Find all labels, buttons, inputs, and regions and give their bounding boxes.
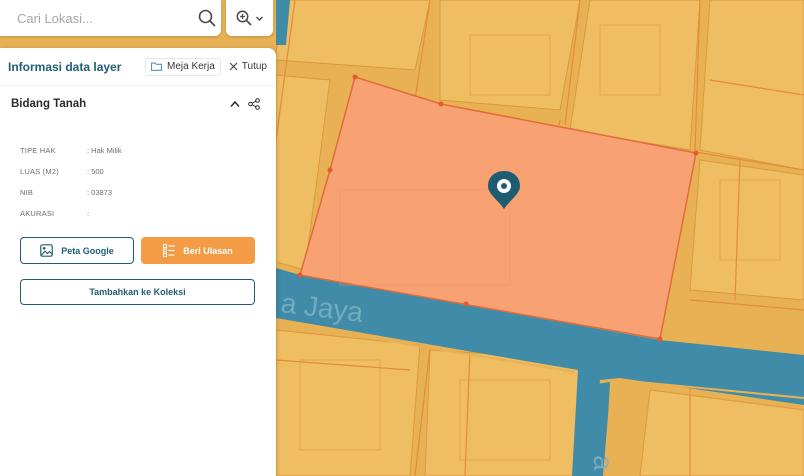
add-collection-label: Tambahkan ke Koleksi [89,287,186,297]
attr-value: : Hak Milik [87,146,122,155]
attr-row-nib: NIB : 03873 [20,182,276,203]
attr-value: : 500 [87,167,104,176]
layer-info-panel: Informasi data layer Meja Kerja Tutup Bi… [0,48,276,476]
chevron-down-icon [255,16,263,21]
workspace-button[interactable]: Meja Kerja [144,57,221,76]
section-header: Bidang Tanah [0,86,276,122]
workspace-label: Meja Kerja [166,61,215,72]
panel-header: Informasi data layer Meja Kerja Tutup [0,48,276,86]
share-icon[interactable] [248,98,260,110]
add-collection-button[interactable]: Tambahkan ke Koleksi [20,279,255,305]
close-button[interactable]: Tutup [229,61,267,72]
attribute-list: TIPE HAK : Hak Milik LUAS (M2) : 500 NIB… [0,122,276,224]
attr-row-akurasi: AKURASI : [20,203,276,224]
list-icon [163,244,175,257]
google-maps-button[interactable]: Peta Google [20,237,134,264]
road-label-2: a [588,455,619,471]
zoom-in-icon [236,10,251,26]
attr-row-tipe-hak: TIPE HAK : Hak Milik [20,140,276,161]
search-bar [0,0,221,36]
attr-label: LUAS (M2) [20,167,59,176]
image-icon [40,244,54,257]
attr-value: : 03873 [87,188,113,197]
attr-label: NIB [20,188,34,197]
section-title: Bidang Tanah [11,98,87,110]
search-icon [198,9,216,27]
chevron-up-icon[interactable] [230,100,240,108]
attr-row-luas: LUAS (M2) : 500 [20,161,276,182]
close-icon [229,62,238,71]
attr-label: TIPE HAK [20,146,56,155]
zoom-dropdown-button[interactable] [226,0,273,36]
search-input[interactable] [0,0,193,36]
panel-title: Informasi data layer [8,59,122,74]
attr-value: : [87,209,90,218]
folder-icon [151,62,162,71]
review-button[interactable]: Beri Ulasan [141,237,255,264]
attr-label: AKURASI [20,209,55,218]
search-button[interactable] [193,0,221,36]
action-buttons: Peta Google Beri Ulasan [0,237,276,264]
google-maps-label: Peta Google [61,245,114,256]
close-label: Tutup [241,61,267,72]
review-label: Beri Ulasan [183,245,233,256]
